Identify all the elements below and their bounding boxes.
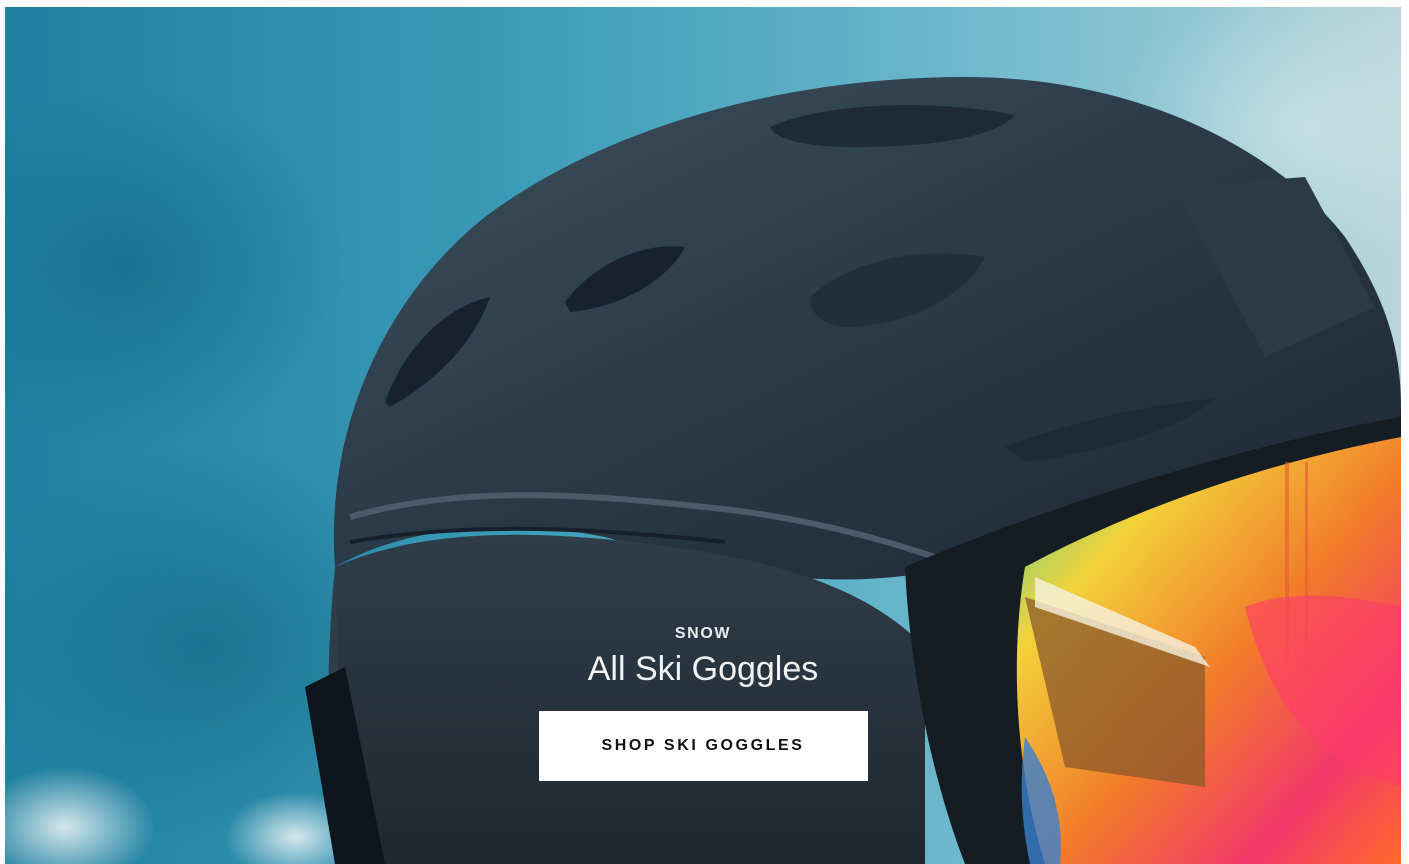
hero-title: All Ski Goggles xyxy=(587,650,819,688)
hero-banner[interactable]: SNOW All Ski Goggles SHOP SKI GOGGLES xyxy=(5,7,1401,864)
shop-ski-goggles-button[interactable]: SHOP SKI GOGGLES xyxy=(538,711,868,781)
hero-eyebrow: SNOW xyxy=(674,625,732,642)
hero-overlay: SNOW All Ski Goggles SHOP SKI GOGGLES xyxy=(5,625,1401,781)
